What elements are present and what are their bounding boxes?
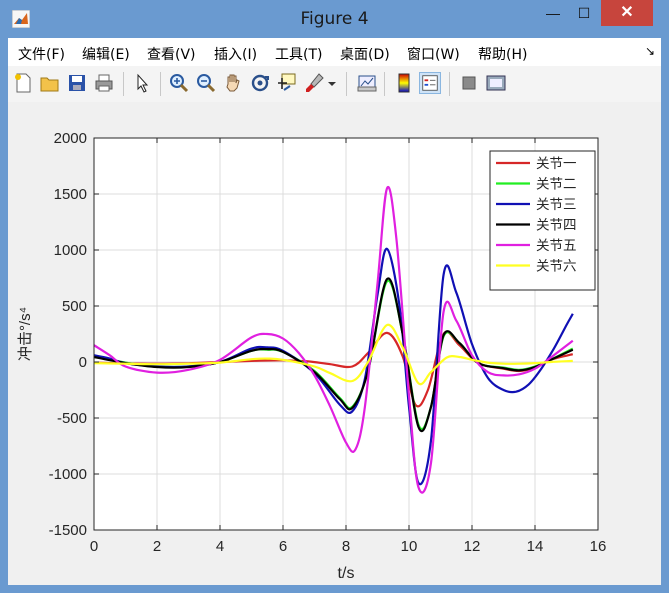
- brush-icon[interactable]: [304, 72, 326, 94]
- brush-dropdown-icon[interactable]: [326, 72, 338, 94]
- legend-entry-label: 关节一: [536, 156, 577, 171]
- legend-entry-label: 关节四: [536, 218, 577, 233]
- plot-canvas[interactable]: 0 2 4 6 8 10 12 14 16 -1500 -1000 -500 0 500 1000 1500 2…: [8, 102, 661, 585]
- figure-toolbar: [8, 66, 661, 103]
- y-tick-label: -1000: [49, 466, 87, 483]
- show-plot-tools-icon[interactable]: [485, 72, 507, 94]
- maximize-button[interactable]: ☐: [569, 0, 599, 26]
- y-tick-label: 1500: [54, 186, 87, 203]
- rotate-3d-icon[interactable]: [249, 72, 271, 94]
- legend-entry-label: 关节六: [536, 259, 577, 274]
- hide-plot-tools-icon[interactable]: [458, 72, 480, 94]
- x-tick-label: 0: [90, 538, 98, 555]
- menu-file[interactable]: 文件(F): [18, 44, 65, 64]
- y-axis-label: 冲击°/s⁴: [17, 307, 34, 361]
- minimize-button[interactable]: —: [539, 0, 567, 26]
- menu-window[interactable]: 窗口(W): [407, 44, 460, 64]
- y-tick-label: 2000: [54, 130, 87, 147]
- zoom-in-icon[interactable]: [168, 72, 190, 94]
- window-frame-right: [661, 38, 669, 593]
- toolbar-separator: [160, 72, 161, 96]
- figure-canvas-area: 0 2 4 6 8 10 12 14 16 -1500 -1000 -500 0 500 1000 1500 2…: [8, 102, 661, 585]
- title-bar[interactable]: Figure 4 — ☐ ✕: [0, 0, 669, 38]
- menu-edit[interactable]: 编辑(E): [82, 44, 130, 64]
- legend-icon[interactable]: [419, 72, 441, 94]
- close-button[interactable]: ✕: [601, 0, 653, 26]
- zoom-out-icon[interactable]: [195, 72, 217, 94]
- x-tick-label: 12: [464, 538, 481, 555]
- save-icon[interactable]: [66, 72, 88, 94]
- legend-entry-label: 关节五: [536, 238, 577, 253]
- window-frame-left: [0, 38, 8, 593]
- y-tick-label: -500: [57, 410, 87, 427]
- menu-bar: 文件(F) 编辑(E) 查看(V) 插入(I) 工具(T) 桌面(D) 窗口(W…: [8, 38, 661, 66]
- menu-insert[interactable]: 插入(I): [214, 44, 257, 64]
- menu-tools[interactable]: 工具(T): [275, 44, 322, 64]
- x-tick-label: 10: [401, 538, 418, 555]
- x-axis-label: t/s: [338, 565, 355, 582]
- legend-entry-label: 关节二: [536, 177, 577, 192]
- toolbar-separator: [346, 72, 347, 96]
- menu-desktop[interactable]: 桌面(D): [340, 44, 390, 64]
- print-icon[interactable]: [93, 72, 115, 94]
- pointer-icon[interactable]: [132, 72, 154, 94]
- colorbar-icon[interactable]: [393, 72, 415, 94]
- menu-view[interactable]: 查看(V): [147, 44, 196, 64]
- toolbar-separator: [449, 72, 450, 96]
- menu-dock-arrow-icon[interactable]: ↘: [645, 44, 655, 58]
- y-tick-label: 1000: [54, 242, 87, 259]
- open-file-icon[interactable]: [39, 72, 61, 94]
- y-tick-label: 0: [79, 354, 87, 371]
- y-tick-label: 500: [62, 298, 87, 315]
- toolbar-separator: [384, 72, 385, 96]
- x-tick-label: 4: [216, 538, 224, 555]
- pan-hand-icon[interactable]: [222, 72, 244, 94]
- x-tick-label: 6: [279, 538, 287, 555]
- x-tick-label: 8: [342, 538, 350, 555]
- x-tick-label: 14: [527, 538, 544, 555]
- legend-entry-label: 关节三: [536, 197, 577, 212]
- window-frame-bottom: [0, 585, 669, 593]
- toolbar-separator: [123, 72, 124, 96]
- figure-window: Figure 4 — ☐ ✕ 文件(F) 编辑(E) 查看(V) 插入(I) 工…: [0, 0, 669, 593]
- x-tick-label: 16: [590, 538, 607, 555]
- y-tick-label: -1500: [49, 522, 87, 539]
- x-tick-label: 2: [153, 538, 161, 555]
- menu-help[interactable]: 帮助(H): [478, 44, 527, 64]
- link-plot-icon[interactable]: [356, 72, 378, 94]
- data-cursor-icon[interactable]: [276, 72, 298, 94]
- new-figure-icon[interactable]: [12, 72, 34, 94]
